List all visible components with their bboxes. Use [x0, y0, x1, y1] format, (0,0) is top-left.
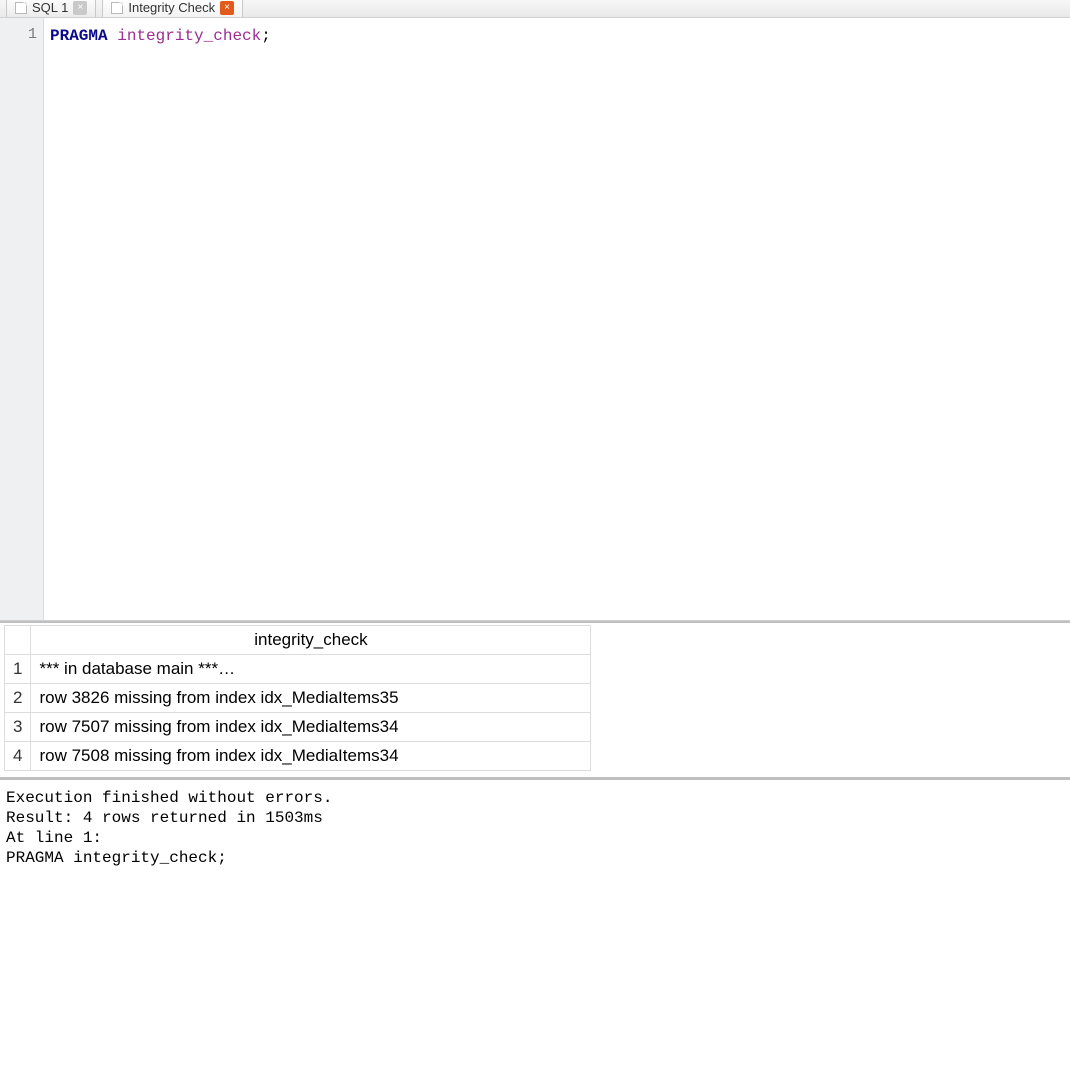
row-number: 1 [5, 655, 31, 684]
tab-sql-1[interactable]: SQL 1 × [6, 0, 96, 17]
row-number: 2 [5, 684, 31, 713]
log-output[interactable]: Execution finished without errors. Resul… [0, 778, 1070, 1067]
log-line: At line 1: [6, 829, 102, 847]
cell-value[interactable]: row 7508 missing from index idx_MediaIte… [31, 742, 591, 771]
close-icon[interactable]: × [220, 1, 234, 15]
column-header[interactable]: integrity_check [31, 626, 591, 655]
sql-editor[interactable]: 1 PRAGMA integrity_check; [0, 18, 1070, 621]
line-number-gutter: 1 [0, 18, 44, 620]
row-number: 4 [5, 742, 31, 771]
results-table[interactable]: integrity_check 1 *** in database main *… [4, 625, 591, 771]
close-icon[interactable]: × [73, 1, 87, 15]
document-icon [15, 2, 27, 14]
log-line: Result: 4 rows returned in 1503ms [6, 809, 323, 827]
sql-identifier: integrity_check [117, 27, 261, 45]
table-row[interactable]: 3 row 7507 missing from index idx_MediaI… [5, 713, 591, 742]
cell-value[interactable]: *** in database main ***… [31, 655, 591, 684]
row-header-blank[interactable] [5, 626, 31, 655]
table-row[interactable]: 2 row 3826 missing from index idx_MediaI… [5, 684, 591, 713]
tab-bar: SQL 1 × Integrity Check × [0, 0, 1070, 18]
log-line: Execution finished without errors. [6, 789, 332, 807]
cell-value[interactable]: row 3826 missing from index idx_MediaIte… [31, 684, 591, 713]
tab-label: Integrity Check [128, 0, 215, 15]
log-line: PRAGMA integrity_check; [6, 849, 227, 867]
table-row[interactable]: 4 row 7508 missing from index idx_MediaI… [5, 742, 591, 771]
document-icon [111, 2, 123, 14]
tab-integrity-check[interactable]: Integrity Check × [102, 0, 243, 17]
tab-label: SQL 1 [32, 0, 68, 15]
sql-terminator: ; [261, 27, 271, 45]
cell-value[interactable]: row 7507 missing from index idx_MediaIte… [31, 713, 591, 742]
line-number: 1 [0, 26, 37, 43]
row-number: 3 [5, 713, 31, 742]
table-row[interactable]: 1 *** in database main ***… [5, 655, 591, 684]
code-area[interactable]: PRAGMA integrity_check; [44, 18, 1070, 620]
results-pane: integrity_check 1 *** in database main *… [0, 621, 1070, 778]
sql-keyword: PRAGMA [50, 27, 108, 45]
